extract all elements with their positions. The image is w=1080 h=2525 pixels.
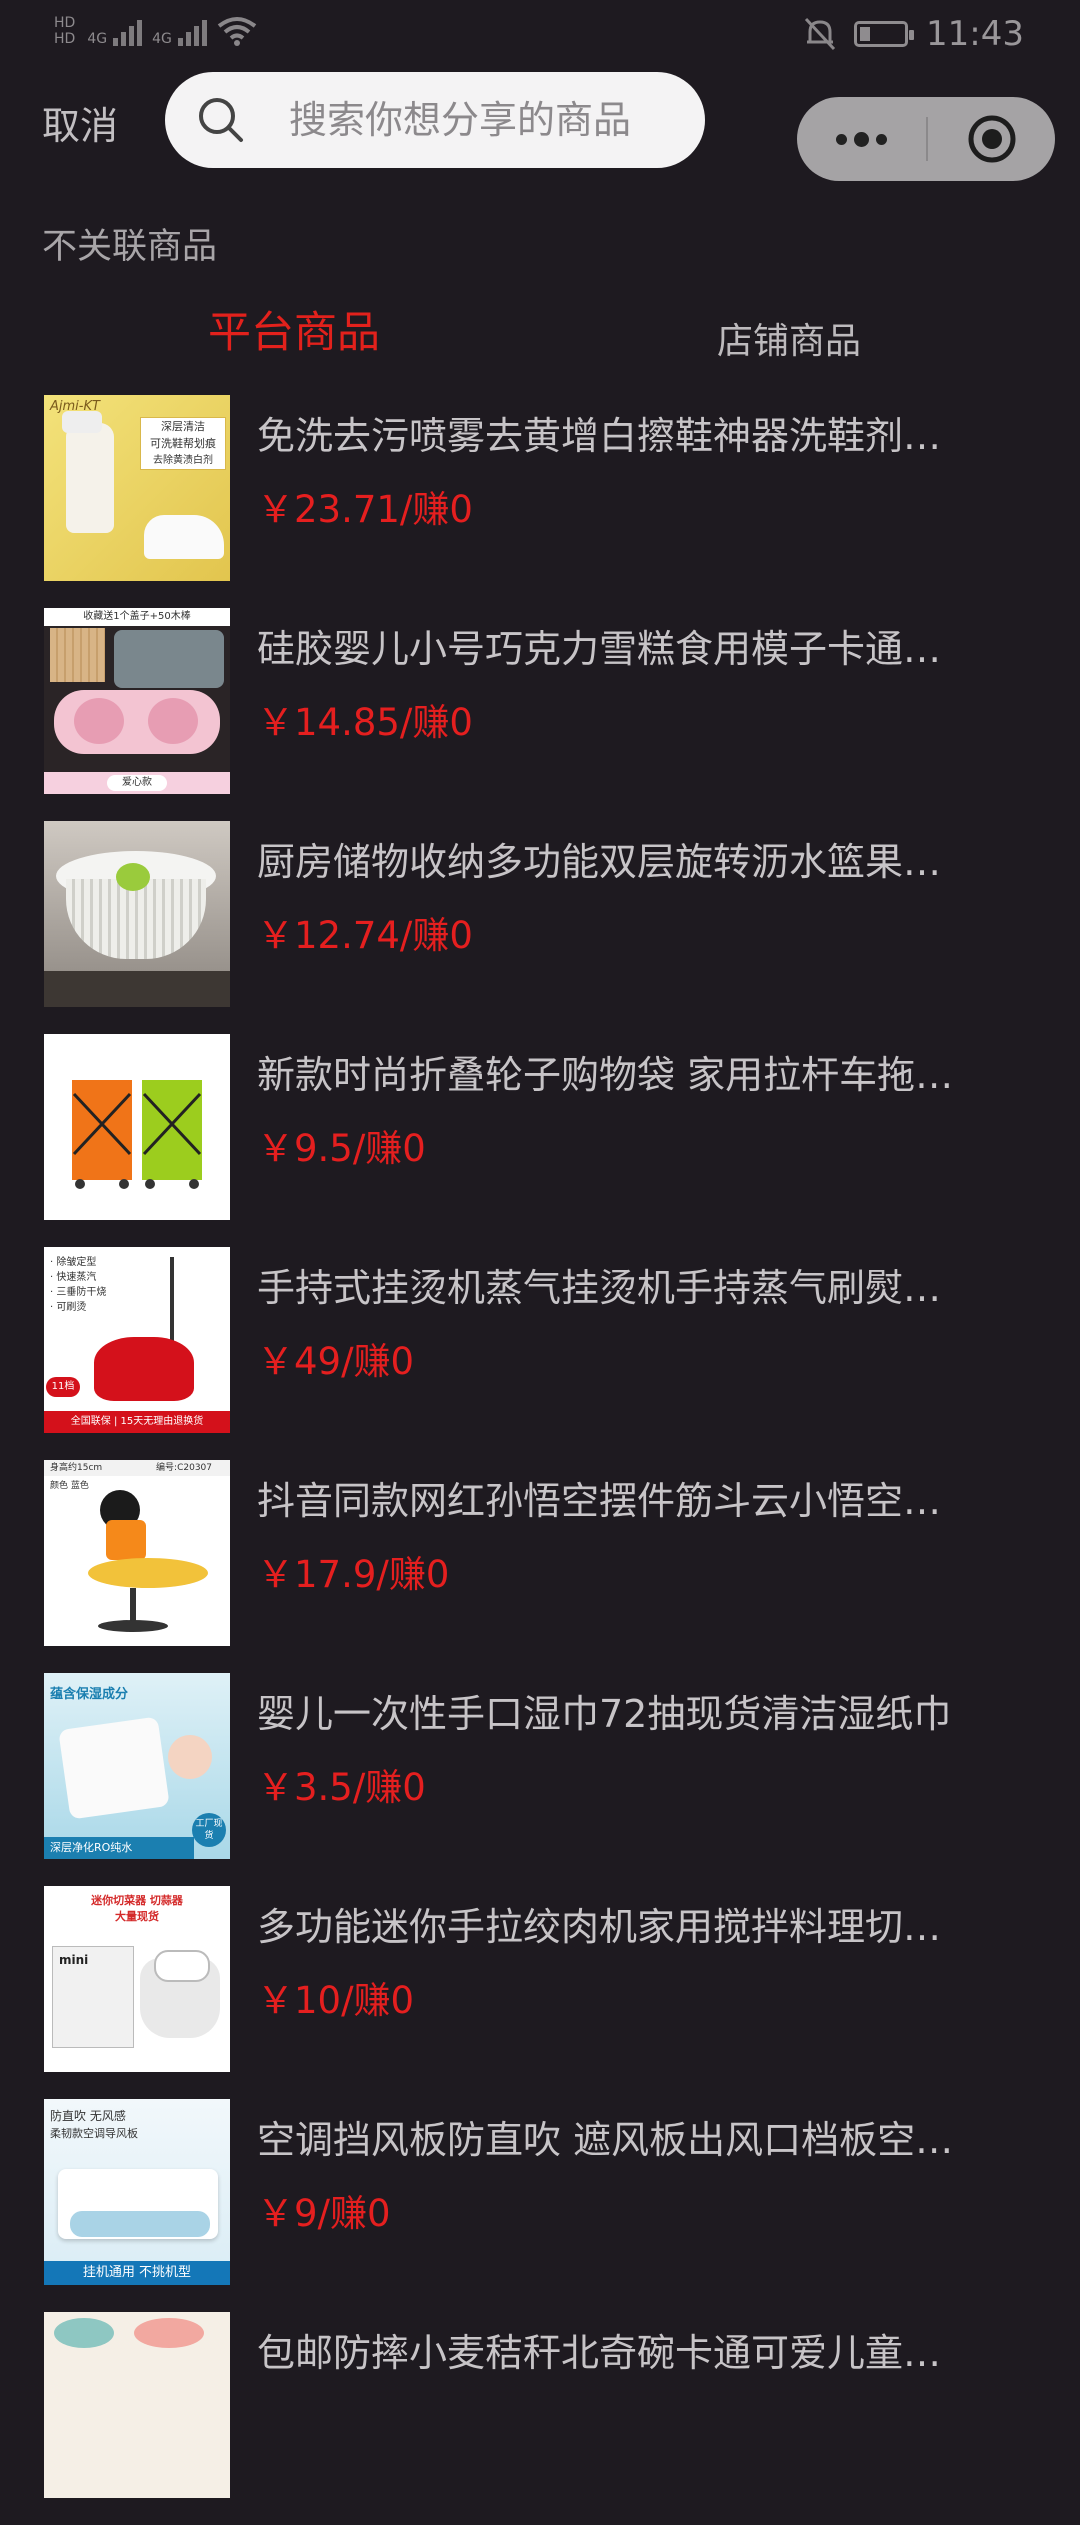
product-title: 包邮防摔小麦秸秆北奇碗卡通可爱儿童… (257, 2331, 942, 2375)
list-item[interactable]: 新款时尚折叠轮子购物袋 家用拉杆车拖… ￥9.5/赚0 (0, 1034, 1080, 1247)
search-input[interactable] (287, 97, 691, 143)
basket-shape (66, 879, 206, 959)
signal-icon (177, 16, 207, 46)
hd-label: HD (54, 15, 76, 31)
list-item[interactable]: 收藏送1个盖子+50木棒 爱心款 硅胶婴儿小号巧克力雪糕食用模子卡通… ￥14.… (0, 608, 1080, 821)
list-item[interactable]: 迷你切菜器 切蒜器 大量现货 mini 多功能迷你手拉绞肉机家用搅拌料理切… ￥… (0, 1886, 1080, 2099)
product-price: ￥23.71/赚0 (257, 488, 473, 531)
product-price: ￥49/赚0 (257, 1340, 415, 1383)
battery-icon (854, 21, 915, 47)
product-title: 新款时尚折叠轮子购物袋 家用拉杆车拖… (257, 1053, 954, 1097)
search-bar[interactable] (165, 72, 705, 168)
mute-bell-icon (804, 17, 836, 51)
more-dots-icon (836, 133, 847, 145)
list-item[interactable]: · 除皱定型 · 快速蒸汽 · 三垂防干烧 · 可刷烫 11档 全国联保 | 1… (0, 1247, 1080, 1460)
target-close-icon (968, 115, 1015, 163)
product-title: 多功能迷你手拉绞肉机家用搅拌料理切… (257, 1905, 942, 1949)
list-item[interactable]: 身高约15cm 编号:C20307 颜色 蓝色 抖音同款网红孙悟空摆件筋斗云小悟… (0, 1460, 1080, 1673)
network-label: 4G (152, 31, 172, 47)
product-thumbnail (44, 1034, 230, 1220)
product-price: ￥17.9/赚0 (257, 1553, 450, 1596)
list-item[interactable]: Ajmi-KT 深层清洁 可洗鞋帮划痕 去除黄渍白剂 免洗去污喷雾去黄增白擦鞋神… (0, 395, 1080, 608)
chopper-box-shape: mini (52, 1946, 134, 2048)
goku-figure-shape (106, 1520, 146, 1560)
product-title: 免洗去污喷雾去黄增白擦鞋神器洗鞋剂… (257, 414, 942, 458)
steamer-body-shape (94, 1337, 194, 1401)
cancel-button[interactable]: 取消 (42, 95, 118, 150)
product-thumbnail: · 除皱定型 · 快速蒸汽 · 三垂防干烧 · 可刷烫 11档 全国联保 | 1… (44, 1247, 230, 1433)
no-link-product-option[interactable]: 不关联商品 (42, 218, 217, 269)
product-thumbnail: 迷你切菜器 切蒜器 大量现货 mini (44, 1886, 230, 2072)
signal-icon (113, 16, 143, 46)
list-item[interactable]: 包邮防摔小麦秸秆北奇碗卡通可爱儿童… (0, 2312, 1080, 2525)
product-price: ￥3.5/赚0 (257, 1766, 426, 1809)
product-list: Ajmi-KT 深层清洁 可洗鞋帮划痕 去除黄渍白剂 免洗去污喷雾去黄增白擦鞋神… (0, 395, 1080, 2525)
more-menu-button[interactable] (797, 97, 926, 181)
product-tabs: 平台商品 店铺商品 (0, 298, 1080, 378)
product-thumbnail (44, 821, 230, 1007)
hd-label: HD (54, 31, 76, 47)
status-bar: HD HD 4G 4G 11:43 (0, 0, 1080, 72)
product-title: 手持式挂烫机蒸气挂烫机手持蒸气刷熨… (257, 1266, 942, 1310)
search-icon (199, 98, 243, 142)
product-price: ￥10/赚0 (257, 1979, 415, 2022)
tab-platform-products[interactable]: 平台商品 (208, 298, 380, 360)
product-price: ￥9/赚0 (257, 2192, 391, 2235)
list-item[interactable]: 蕴含保湿成分 工厂现货 深层净化RO纯水 婴儿一次性手口湿巾72抽现货清洁湿纸巾… (0, 1673, 1080, 1886)
product-thumbnail: 防直吹 无风感 柔韧款空调导风板 挂机通用 不挑机型 (44, 2099, 230, 2285)
mini-program-capsule (797, 97, 1055, 181)
spray-bottle-shape (66, 423, 114, 533)
product-title: 婴儿一次性手口湿巾72抽现货清洁湿纸巾 (257, 1692, 952, 1736)
product-title: 抖音同款网红孙悟空摆件筋斗云小悟空… (257, 1479, 942, 1523)
product-title: 厨房储物收纳多功能双层旋转沥水篮果… (257, 840, 942, 884)
product-thumbnail: Ajmi-KT 深层清洁 可洗鞋帮划痕 去除黄渍白剂 (44, 395, 230, 581)
clock: 11:43 (926, 14, 1024, 54)
sneaker-shape (144, 515, 224, 559)
list-item[interactable]: 厨房储物收纳多功能双层旋转沥水篮果… ￥12.74/赚0 (0, 821, 1080, 1034)
product-thumbnail: 蕴含保湿成分 工厂现货 深层净化RO纯水 (44, 1673, 230, 1859)
product-title: 硅胶婴儿小号巧克力雪糕食用模子卡通… (257, 627, 942, 671)
signal-area: HD HD 4G 4G (54, 16, 257, 46)
list-item[interactable]: 防直吹 无风感 柔韧款空调导风板 挂机通用 不挑机型 空调挡风板防直吹 遮风板出… (0, 2099, 1080, 2312)
product-thumbnail: 收藏送1个盖子+50木棒 爱心款 (44, 608, 230, 794)
product-thumbnail: 身高约15cm 编号:C20307 颜色 蓝色 (44, 1460, 230, 1646)
status-right: 11:43 (804, 14, 1024, 54)
product-price: ￥12.74/赚0 (257, 914, 473, 957)
tab-store-products[interactable]: 店铺商品 (717, 312, 861, 364)
product-price: ￥14.85/赚0 (257, 701, 473, 744)
close-mini-program-button[interactable] (928, 97, 1055, 181)
wifi-icon (217, 17, 257, 46)
network-label: 4G (87, 31, 108, 47)
wipe-sheet-shape (58, 1716, 170, 1820)
product-price: ￥9.5/赚0 (257, 1127, 426, 1170)
product-title: 空调挡风板防直吹 遮风板出风口档板空… (257, 2118, 954, 2162)
